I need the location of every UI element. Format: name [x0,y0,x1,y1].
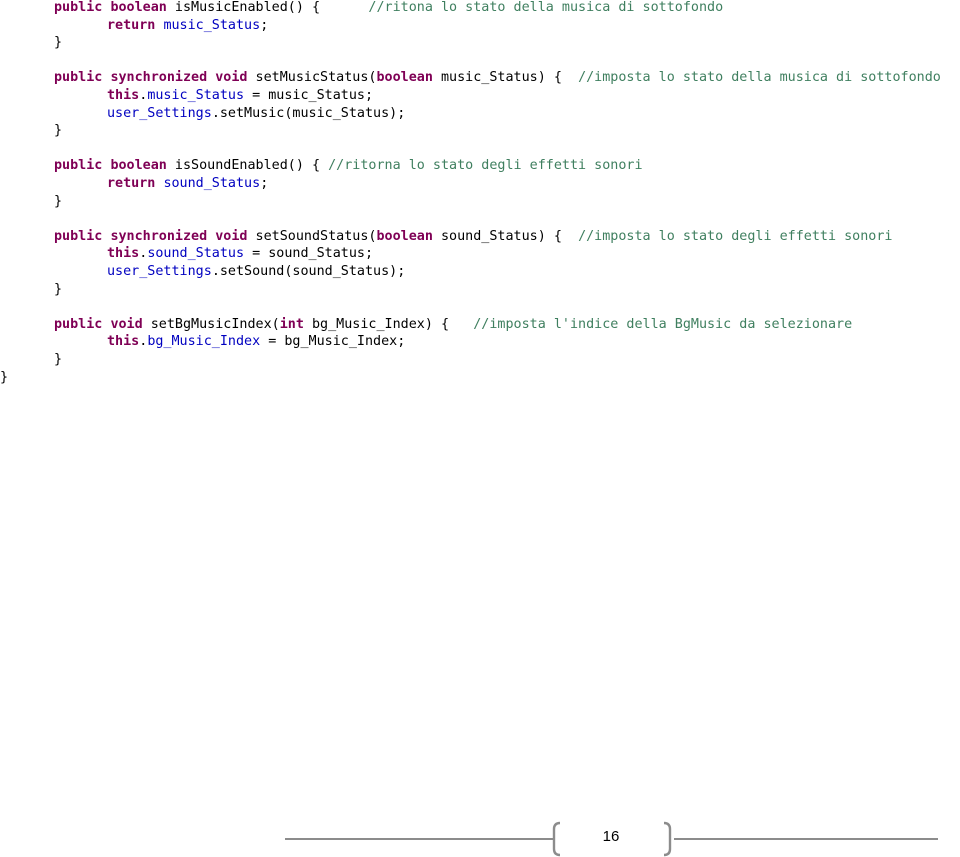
left-brace-icon [552,821,561,857]
code-text: = sound_Status; [244,246,374,262]
code-text: setSoundStatus( [247,228,377,244]
keyword: synchronized [110,70,208,86]
code-line: } [54,34,62,52]
code-text: } [54,352,63,367]
code-text: isSoundEnabled() { [166,158,329,174]
keyword: public [54,316,103,332]
field-name: user_Settings [107,105,212,121]
code-line: public void setBgMusicIndex(int bg_Music… [54,316,852,334]
code-line: public boolean isSoundEnabled() { //rito… [54,157,643,175]
keyword: public [54,158,103,174]
code-line: this.music_Status = music_Status; [107,87,373,105]
keyword: boolean [110,158,167,174]
keyword: public [54,70,103,86]
keyword: boolean [376,70,433,86]
keyword: void [215,70,248,86]
keyword: this [107,246,140,262]
code-line: } [54,281,62,299]
code-text: bg_Music_Index) { [303,316,474,332]
code-line: this.sound_Status = sound_Status; [107,245,373,263]
code-line: user_Settings.setSound(sound_Status); [107,263,405,281]
code-line: } [54,193,62,211]
keyword: boolean [376,228,433,244]
code-text: = bg_Music_Index; [260,334,406,350]
keyword: return [107,176,156,191]
code-text: ; [260,17,269,33]
code-text: = music_Status; [244,88,374,103]
code-comment: //imposta lo stato della musica di sotto… [578,70,941,86]
keyword: public [54,0,103,15]
code-comment: //ritona lo stato della musica di sottof… [368,0,724,15]
code-line: } [54,351,62,369]
page-number: 16 [602,828,620,845]
code-comment: //imposta lo stato degli effetti sonori [578,228,893,244]
code-line: } [54,122,62,140]
code-text: } [0,369,9,385]
field-name: bg_Music_Index [147,334,261,350]
code-text: isMusicEnabled() { [166,0,369,15]
keyword: public [54,228,103,244]
code-line: return sound_Status; [107,175,268,193]
page-footer: 16 [0,815,960,857]
code-comment: //ritorna lo stato degli effetti sonori [328,158,643,174]
code-text: setMusicStatus( [247,70,377,86]
code-comment: //imposta l'indice della BgMusic da sele… [473,316,853,332]
keyword: this [107,334,140,350]
code-text: } [54,35,63,51]
footer-rule-right [674,838,938,840]
code-text: sound_Status) { [432,228,579,244]
field-name: sound_Status [163,176,261,191]
keyword: synchronized [110,228,208,244]
code-text: ; [260,176,269,191]
code-text: } [54,281,63,297]
code-text: } [54,193,63,209]
field-name: music_Status [147,88,245,103]
code-line: this.bg_Music_Index = bg_Music_Index; [107,333,405,351]
code-text: .setSound(sound_Status); [211,264,406,279]
code-line: public synchronized void setMusicStatus(… [54,69,941,87]
keyword: void [215,228,248,244]
field-name: user_Settings [107,264,212,279]
field-name: music_Status [163,17,261,33]
keyword: return [107,17,156,33]
code-line: return music_Status; [107,17,268,35]
code-text: music_Status) { [432,70,579,86]
code-line: public boolean isMusicEnabled() { //rito… [54,0,723,17]
keyword: void [110,316,143,332]
keyword: this [107,88,140,103]
code-line: public synchronized void setSoundStatus(… [54,228,892,246]
code-text: } [54,123,63,139]
code-line: user_Settings.setMusic(music_Status); [107,105,405,123]
code-line: } [0,369,8,387]
code-text: .setMusic(music_Status); [211,105,406,121]
field-name: sound_Status [147,246,245,262]
keyword: boolean [110,0,167,15]
footer-rule-left [285,838,553,840]
keyword: int [279,316,304,332]
code-text: setBgMusicIndex( [142,316,280,332]
